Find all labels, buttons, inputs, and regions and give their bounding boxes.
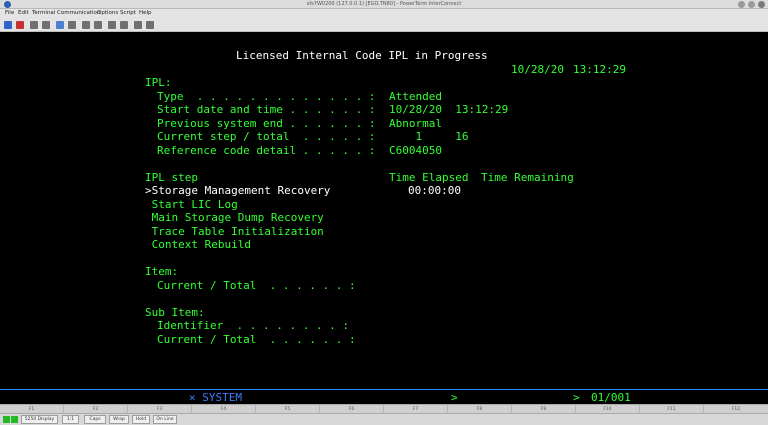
toolbar: [0, 18, 768, 32]
save-icon[interactable]: [56, 21, 64, 29]
capture-icon[interactable]: [94, 21, 102, 29]
header-date: 10/28/20: [511, 63, 564, 76]
status-caps: Caps: [84, 415, 106, 424]
ipl-label: IPL:: [145, 76, 172, 89]
print-icon[interactable]: [120, 21, 128, 29]
oia-divider: [0, 389, 768, 390]
maximize-icon[interactable]: [748, 1, 755, 8]
header-time: 13:12:29: [573, 63, 626, 76]
oia-system: × SYSTEM: [189, 391, 242, 404]
menubar: File Edit Terminal Communication Options…: [0, 9, 768, 18]
status-ratio: 1:1: [62, 415, 79, 424]
field-value-current-step: 1 16: [389, 130, 469, 143]
paste-icon[interactable]: [42, 21, 50, 29]
statusbar: 5250 Display 1:1 Caps Wrap Hold On Line: [0, 413, 768, 425]
menu-terminal[interactable]: Terminal: [32, 9, 55, 18]
item-current-total: Current / Total . . . . . . :: [157, 279, 356, 292]
settings-icon[interactable]: [108, 21, 116, 29]
close-icon[interactable]: [758, 1, 765, 8]
status-online: On Line: [153, 415, 177, 424]
menu-communication[interactable]: Communication: [57, 9, 100, 18]
step-current: >Storage Management Recovery: [145, 184, 331, 197]
menu-edit[interactable]: Edit: [18, 9, 29, 18]
window-titlebar: sfs7W0200 (127.0.0.1) [EGO.TN80] - Power…: [0, 0, 768, 9]
copy-icon[interactable]: [30, 21, 38, 29]
field-label-reference-code: Reference code detail . . . . . :: [157, 144, 376, 157]
time-remaining-header: Time Remaining: [481, 171, 574, 184]
help-icon[interactable]: [146, 21, 154, 29]
field-value-type: Attended: [389, 90, 442, 103]
subitem-current-total: Current / Total . . . . . . :: [157, 333, 356, 346]
field-value-previous-end: Abnormal: [389, 117, 442, 130]
subitem-label: Sub Item:: [145, 306, 205, 319]
keyboard-icon[interactable]: [134, 21, 142, 29]
item-label: Item:: [145, 265, 179, 278]
menu-script[interactable]: Script: [120, 9, 136, 18]
minimize-icon[interactable]: [738, 1, 745, 8]
disconnect-icon[interactable]: [16, 21, 24, 29]
field-label-current-step: Current step / total . . . . . :: [157, 130, 376, 143]
status-wrap: Wrap: [109, 415, 129, 424]
menu-options[interactable]: Options: [97, 9, 118, 18]
field-label-previous-end: Previous system end . . . . . . :: [157, 117, 376, 130]
step-current-elapsed: 00:00:00: [408, 184, 461, 197]
screen-title: Licensed Internal Code IPL in Progress: [236, 49, 488, 62]
menu-file[interactable]: File: [5, 9, 14, 18]
connection-led-icon: [11, 416, 18, 423]
open-icon[interactable]: [68, 21, 76, 29]
connect-icon[interactable]: [4, 21, 12, 29]
find-icon[interactable]: [82, 21, 90, 29]
ipl-step-header: IPL step: [145, 171, 198, 184]
field-value-reference-code: C6004050: [389, 144, 442, 157]
function-key-bar: F1 F2 F3 F4 F5 F6 F7 F8 F9 F10 F11 F12: [0, 404, 768, 414]
menu-help[interactable]: Help: [139, 9, 152, 18]
step-item: Trace Table Initialization: [145, 225, 324, 238]
oia-arrow: >: [451, 391, 458, 404]
field-label-type: Type . . . . . . . . . . . . . :: [157, 90, 376, 103]
window-title: sfs7W0200 (127.0.0.1) [EGO.TN80] - Power…: [306, 1, 462, 7]
connection-led-icon: [3, 416, 10, 423]
field-value-start: 10/28/20 13:12:29: [389, 103, 509, 116]
time-elapsed-header: Time Elapsed: [389, 171, 469, 184]
step-item: Main Storage Dump Recovery: [145, 211, 324, 224]
terminal-screen[interactable]: Licensed Internal Code IPL in Progress 1…: [0, 32, 768, 404]
subitem-identifier: Identifier . . . . . . . . :: [157, 319, 350, 332]
field-label-start: Start date and time . . . . . . :: [157, 103, 376, 116]
oia-cursor-position: 01/001: [591, 391, 631, 404]
status-hold: Hold: [132, 415, 150, 424]
status-display-type: 5250 Display: [21, 415, 58, 424]
step-item: Start LIC Log: [145, 198, 238, 211]
oia-arrow: >: [573, 391, 580, 404]
step-item: Context Rebuild: [145, 238, 251, 251]
